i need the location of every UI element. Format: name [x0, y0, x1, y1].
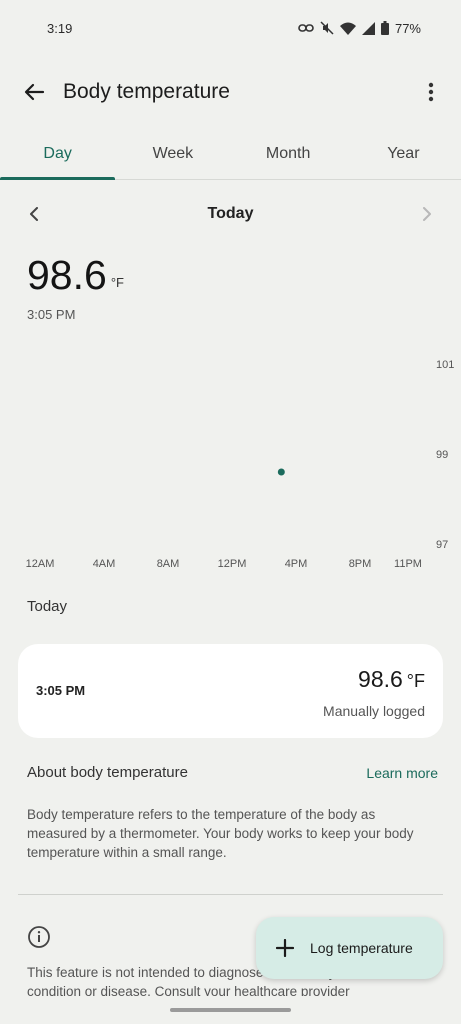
- info-icon: [28, 926, 50, 948]
- status-icons: 77%: [298, 21, 421, 36]
- entry-value-wrapper: 98.6 °F: [358, 666, 425, 693]
- app-bar: Body temperature: [0, 64, 461, 120]
- date-navigator: Today: [0, 196, 461, 232]
- link-icon: [298, 24, 314, 32]
- x-tick-label: 4AM: [93, 558, 116, 570]
- about-title: About body temperature: [27, 764, 188, 781]
- date-label: Today: [207, 205, 254, 222]
- arrow-back-icon: [24, 83, 45, 101]
- status-bar: 3:19 77%: [0, 0, 461, 56]
- divider: [18, 894, 443, 895]
- more-options-button[interactable]: [417, 78, 445, 106]
- wifi-icon: [339, 22, 356, 35]
- entry-card[interactable]: 3:05 PM 98.6 °F Manually logged: [18, 644, 443, 738]
- back-button[interactable]: [20, 78, 48, 106]
- reading-unit: °F: [110, 275, 124, 290]
- fab-label: Log temperature: [310, 940, 413, 956]
- log-temperature-button[interactable]: Log temperature: [256, 917, 443, 979]
- tab-month[interactable]: Month: [231, 128, 346, 179]
- x-tick-label: 12AM: [26, 558, 55, 570]
- temperature-chart: 12AM 4AM 8AM 12PM 4PM 8PM 11PM 101 99 97: [26, 359, 455, 570]
- about-header: About body temperature Learn more: [27, 764, 438, 781]
- y-tick-label: 99: [436, 449, 448, 461]
- mute-icon: [320, 21, 334, 35]
- gesture-nav-bar: [0, 996, 461, 1024]
- current-reading: 98.6 °F: [27, 252, 124, 299]
- battery-icon: [380, 21, 389, 35]
- home-handle[interactable]: [170, 1008, 291, 1012]
- page-title: Body temperature: [63, 80, 230, 103]
- more-vert-icon: [428, 82, 434, 102]
- range-tabs: Day Week Month Year: [0, 128, 461, 180]
- x-tick-label: 8PM: [349, 558, 372, 570]
- next-day-button[interactable]: [417, 204, 437, 224]
- signal-icon: [361, 21, 375, 35]
- x-tick-label: 11PM: [394, 558, 422, 570]
- add-icon: [276, 939, 294, 957]
- reading-value: 98.6: [27, 252, 107, 298]
- chevron-left-icon: [30, 207, 38, 221]
- chevron-right-icon: [423, 207, 431, 221]
- tab-year[interactable]: Year: [346, 128, 461, 179]
- reading-time: 3:05 PM: [27, 307, 76, 322]
- about-description: Body temperature refers to the temperatu…: [27, 807, 414, 860]
- entry-unit: °F: [406, 671, 425, 691]
- previous-day-button[interactable]: [24, 204, 44, 224]
- entry-time: 3:05 PM: [36, 683, 86, 698]
- x-tick-label: 4PM: [285, 558, 308, 570]
- tab-week[interactable]: Week: [115, 128, 230, 179]
- entry-value: 98.6: [358, 666, 403, 692]
- data-point[interactable]: [277, 468, 285, 476]
- entries-section-title: Today: [27, 598, 68, 615]
- x-tick-label: 12PM: [218, 558, 247, 570]
- x-tick-label: 8AM: [157, 558, 180, 570]
- battery-percent: 77%: [394, 20, 421, 36]
- y-tick-label: 97: [436, 539, 448, 551]
- y-tick-label: 101: [436, 359, 454, 371]
- status-time: 3:19: [47, 20, 73, 36]
- tab-day[interactable]: Day: [0, 128, 116, 180]
- learn-more-link[interactable]: Learn more: [366, 765, 438, 781]
- entry-source: Manually logged: [323, 703, 425, 719]
